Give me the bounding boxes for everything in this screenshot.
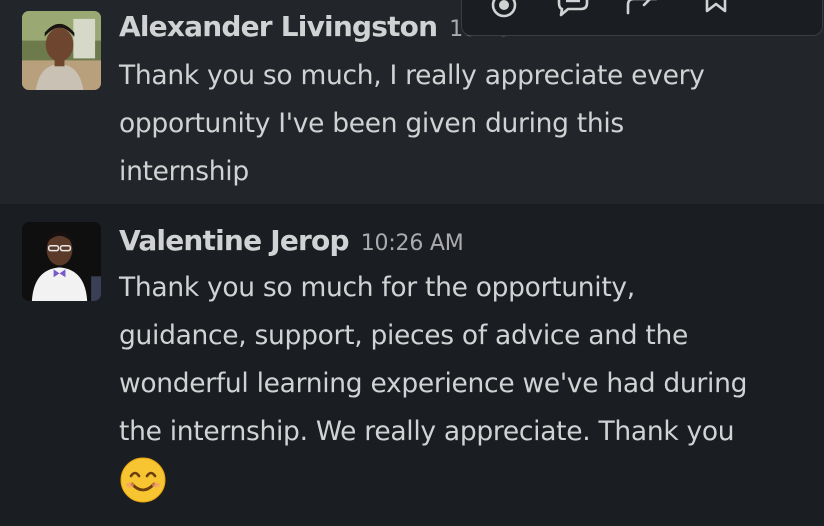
save-for-later-icon[interactable] xyxy=(694,0,738,27)
message-line: the internship. We really appreciate. Th… xyxy=(119,416,735,447)
smiling-face-emoji[interactable] xyxy=(119,456,167,504)
reply-in-thread-icon[interactable] xyxy=(550,0,594,27)
message-actions-toolbar xyxy=(461,0,823,36)
author-name[interactable]: Alexander Livingston xyxy=(119,10,438,43)
message-line: internship xyxy=(119,156,249,187)
message-text: Thank you so much for the opportunity, g… xyxy=(119,264,821,456)
more-actions-icon[interactable] xyxy=(764,0,808,27)
message-header: Valentine Jerop 10:26 AM xyxy=(119,224,464,257)
message-alexander[interactable]: Alexander Livingston10:15 AM Thank you s… xyxy=(0,0,824,204)
avatar-alexander[interactable] xyxy=(22,11,101,90)
avatar-photo xyxy=(22,222,101,301)
message-line: Thank you so much, I really appreciate e… xyxy=(119,60,705,91)
message-line: opportunity I've been given during this xyxy=(119,108,624,139)
message-line: guidance, support, pieces of advice and … xyxy=(119,320,688,351)
share-message-icon[interactable] xyxy=(620,0,664,27)
add-reaction-icon[interactable] xyxy=(482,0,526,27)
message-line: Thank you so much for the opportunity, xyxy=(119,272,635,303)
message-line: wonderful learning experience we've had … xyxy=(119,368,748,399)
author-name[interactable]: Valentine Jerop xyxy=(119,224,350,257)
timestamp[interactable]: 10:26 AM xyxy=(361,231,464,256)
avatar-valentine[interactable] xyxy=(22,222,101,301)
avatar-photo xyxy=(22,11,101,90)
message-text: Thank you so much, I really appreciate e… xyxy=(119,52,821,196)
